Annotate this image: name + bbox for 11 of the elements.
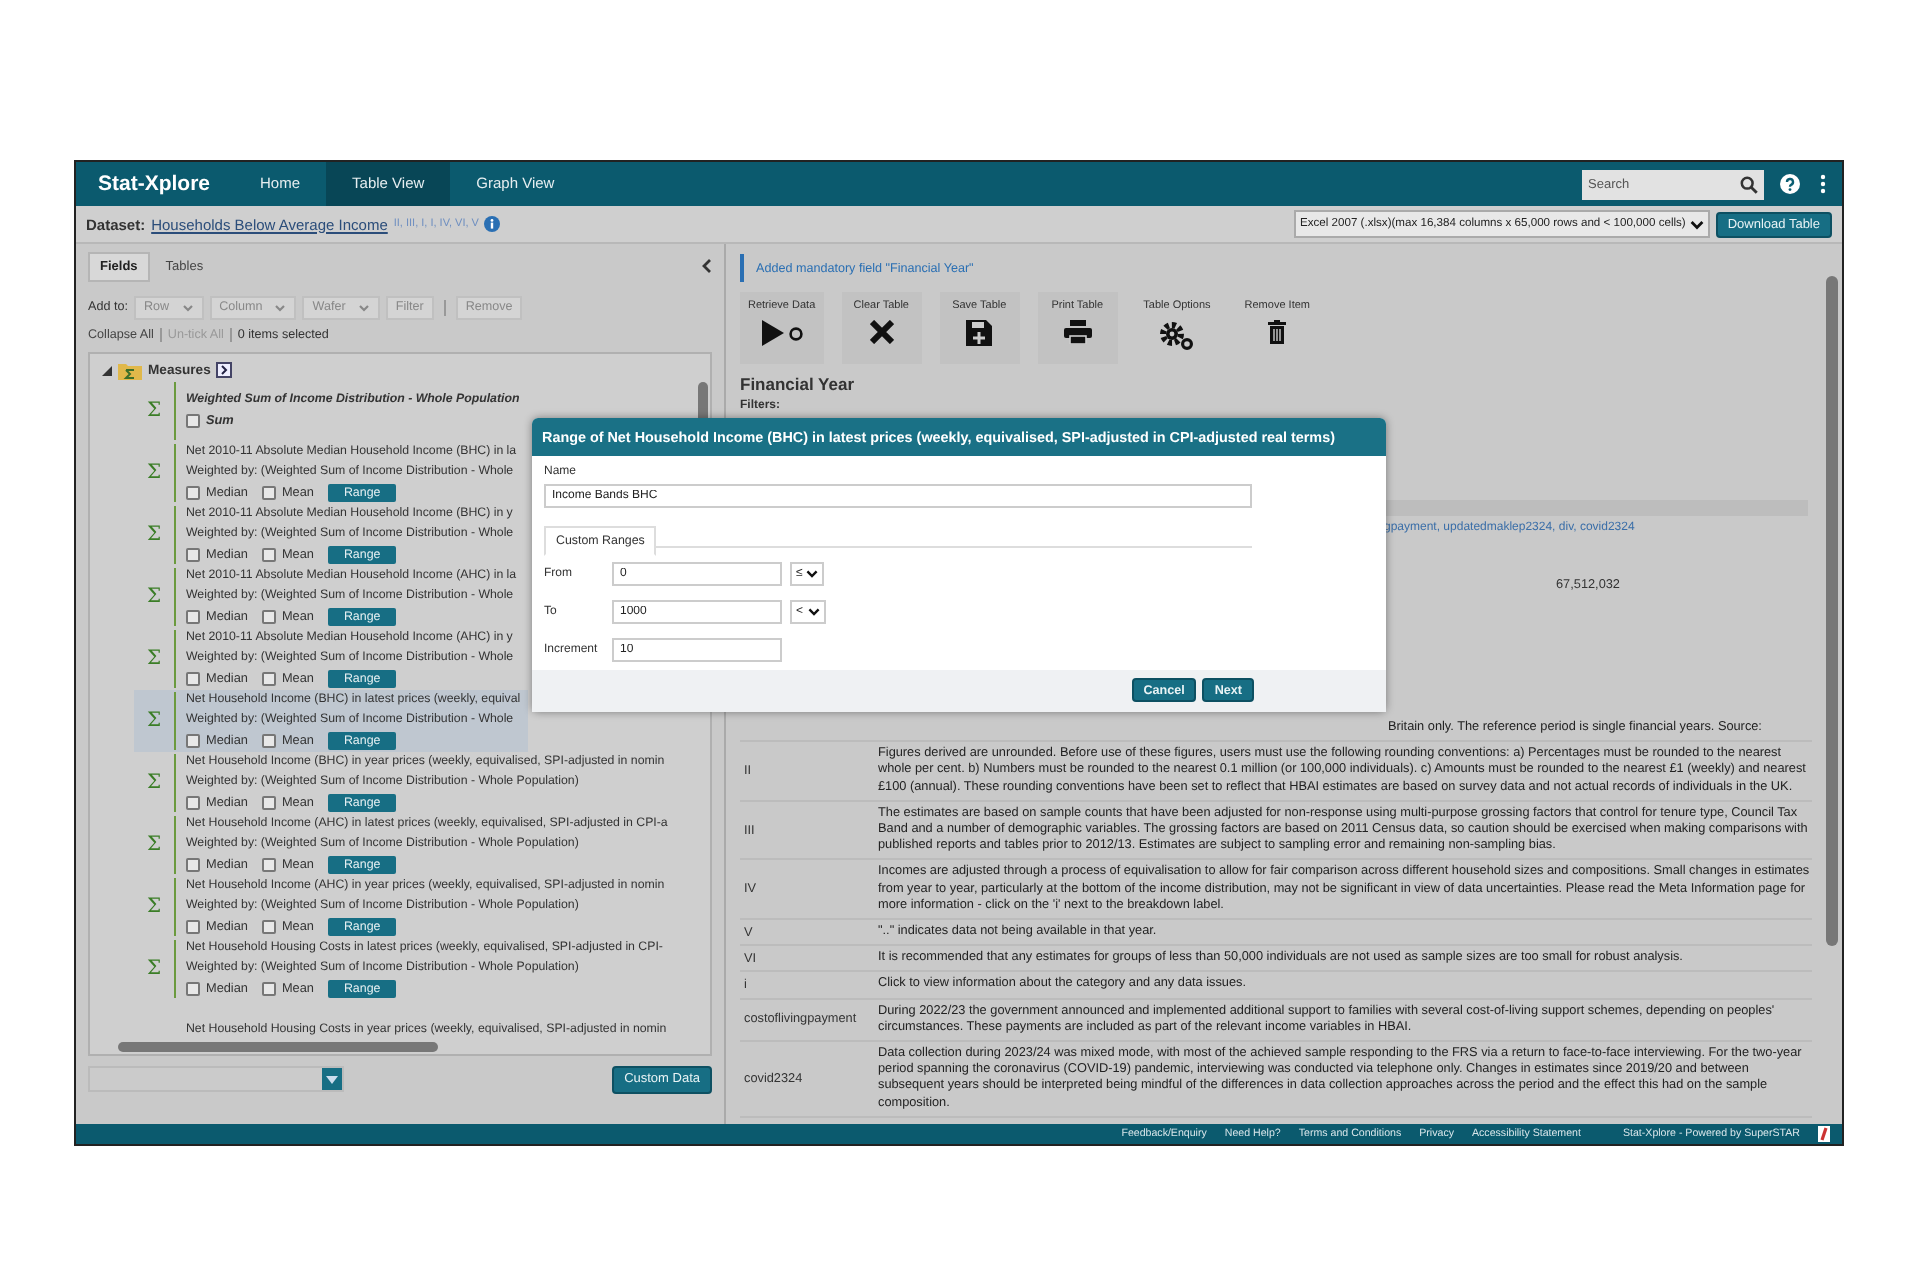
sigma-icon: Σ bbox=[134, 958, 174, 980]
sigma-icon: Σ bbox=[134, 834, 174, 856]
sigma-icon: Σ bbox=[134, 400, 174, 422]
sigma-icon: Σ bbox=[134, 524, 174, 546]
sigma-icon: Σ bbox=[134, 586, 174, 608]
sigma-icon: Σ bbox=[134, 772, 174, 794]
table-heading: Financial Year bbox=[740, 374, 857, 394]
sigma-icon: Σ bbox=[134, 896, 174, 918]
sigma-icon: Σ bbox=[134, 710, 174, 732]
sigma-icon: Σ bbox=[134, 648, 174, 670]
sigma-icon: Σ bbox=[134, 462, 174, 484]
